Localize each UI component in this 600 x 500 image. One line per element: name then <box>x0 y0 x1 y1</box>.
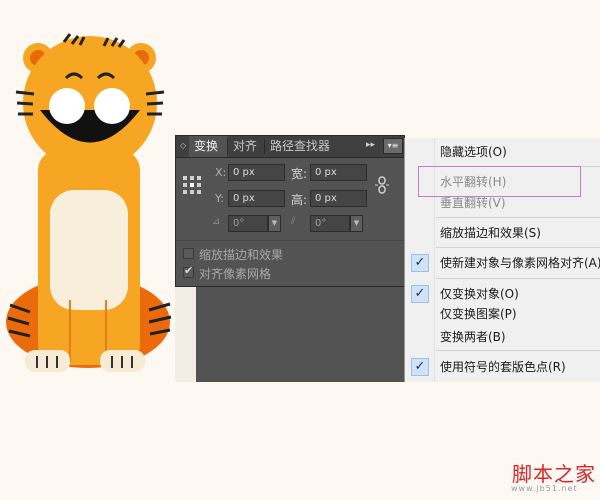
x-label: X: <box>215 166 227 179</box>
menu-item-label: 隐藏选项(O) <box>440 145 507 159</box>
menu-item-transform-objects-only[interactable]: 仅变换对象(O) <box>440 284 519 304</box>
check-icon: ✓ <box>411 285 429 303</box>
align-pixel-label: 对齐像素网格 <box>199 267 272 281</box>
canvas-strip <box>175 287 196 382</box>
watermark-url: www.jb51.net <box>511 484 578 493</box>
y-field[interactable]: 0 px <box>228 190 285 207</box>
menu-item-label: 缩放描边和效果(S) <box>440 226 541 240</box>
x-field[interactable]: 0 px <box>228 164 285 181</box>
rotate-field[interactable]: 0° <box>228 215 268 232</box>
canvas-area <box>196 287 404 382</box>
scale-strokes-label: 缩放描边和效果 <box>199 248 284 262</box>
constrain-link-icon[interactable] <box>375 176 389 194</box>
height-field[interactable]: 0 px <box>310 190 367 207</box>
menu-item-label: 使新建对象与像素网格对齐(A) <box>440 256 600 270</box>
shear-dropdown[interactable]: ▼ <box>350 215 363 232</box>
tab-pathfinder-label: 路径查找器 <box>270 139 331 153</box>
menu-item-hide-options[interactable]: 隐藏选项(O) <box>440 142 507 162</box>
tiger-cheek-left <box>49 88 85 124</box>
menu-item-label: 变换两者(B) <box>440 330 506 344</box>
rotate-icon: ⊿ <box>212 216 221 227</box>
shear-field[interactable]: 0° <box>310 215 350 232</box>
tiger-head <box>23 36 157 170</box>
menu-item-align-new-objects[interactable]: 使新建对象与像素网格对齐(A) <box>440 253 600 273</box>
menu-item-label: 使用符号的套版色点(R) <box>440 360 566 374</box>
shear-icon: ⫽ <box>291 216 296 227</box>
highlight-box <box>418 166 581 197</box>
menu-item-label: 仅变换对象(O) <box>440 287 519 301</box>
tiger-cheek-right <box>94 88 130 124</box>
tiger-belly <box>50 190 128 310</box>
tab-transform[interactable]: 变换 <box>189 136 227 157</box>
width-label: 宽: <box>291 167 308 181</box>
menu-item-scale-strokes[interactable]: 缩放描边和效果(S) <box>440 223 541 243</box>
panel-menu-icon[interactable]: ▾≡ <box>383 138 403 154</box>
tab-align-label: 对齐 <box>233 139 258 153</box>
tiger-illustration <box>6 33 172 372</box>
tab-pathfinder[interactable]: 路径查找器 <box>265 136 341 157</box>
reference-point-icon[interactable] <box>182 175 202 195</box>
width-field[interactable]: 0 px <box>310 164 367 181</box>
double-chevron-icon[interactable]: ▸▸ <box>366 140 375 150</box>
menu-item-transform-pattern-only[interactable]: 仅变换图案(P) <box>440 304 517 324</box>
collapse-arrows-icon[interactable]: ◇ <box>180 141 186 150</box>
menu-item-transform-both[interactable]: 变换两者(B) <box>440 327 506 347</box>
watermark-logo: 脚本之家 <box>512 462 596 486</box>
tab-transform-label: 变换 <box>194 139 219 153</box>
menu-item-use-registration-point[interactable]: 使用符号的套版色点(R) <box>440 357 566 377</box>
y-label: Y: <box>215 192 224 205</box>
panel-tab-bar: ◇ 变换 对齐 路径查找器 ▸▸ ▾≡ <box>176 136 404 158</box>
rotate-dropdown[interactable]: ▼ <box>268 215 281 232</box>
menu-item-label: 垂直翻转(V) <box>440 196 506 210</box>
check-icon: ✓ <box>411 358 429 376</box>
align-pixel-checkbox[interactable]: ✔ <box>183 264 194 278</box>
menu-item-label: 仅变换图案(P) <box>440 307 517 321</box>
tab-align[interactable]: 对齐 <box>228 136 264 157</box>
checkmark-icon: ✔ <box>184 264 194 277</box>
transform-panel: ◇ 变换 对齐 路径查找器 ▸▸ ▾≡ X: 0 px 宽: 0 px Y: 0… <box>175 135 405 287</box>
height-label: 高: <box>291 193 308 207</box>
check-icon: ✓ <box>411 254 429 272</box>
scale-strokes-checkbox[interactable] <box>183 248 194 259</box>
